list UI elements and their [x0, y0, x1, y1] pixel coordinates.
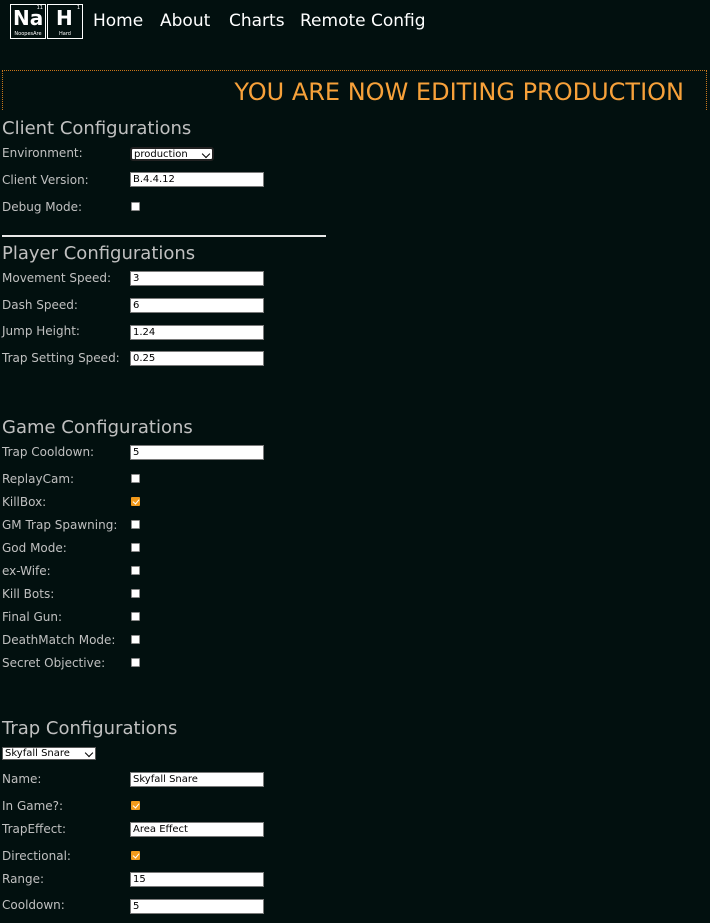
in-game-checkbox[interactable]	[131, 801, 140, 810]
ex-wife-label: ex-Wife:	[2, 564, 51, 578]
section-divider	[2, 235, 326, 237]
deathmatch-mode-checkbox[interactable]	[131, 635, 140, 644]
range-label: Range:	[2, 872, 45, 886]
debug-mode-checkbox[interactable]	[131, 202, 140, 211]
dash-speed-input[interactable]: 6	[130, 298, 264, 313]
production-warning-banner: YOU ARE NOW EDITING PRODUCTION	[2, 70, 707, 110]
banner-text: YOU ARE NOW EDITING PRODUCTION	[234, 78, 684, 106]
movement-speed-label: Movement Speed:	[2, 271, 112, 285]
trap-cooldown-label-2: Cooldown:	[2, 898, 65, 912]
trap-name-input[interactable]: Skyfall Snare	[130, 772, 264, 787]
trap-setting-speed-label: Trap Setting Speed:	[2, 351, 120, 365]
kill-bots-label: Kill Bots:	[2, 587, 55, 601]
god-mode-checkbox[interactable]	[131, 543, 140, 552]
god-mode-label: God Mode:	[2, 541, 67, 555]
logo[interactable]: 11 Na NoopesAre 1 H Hard	[10, 4, 84, 39]
final-gun-label: Final Gun:	[2, 610, 63, 624]
logo-tile-na: 11 Na NoopesAre	[10, 4, 46, 39]
secret-objective-label: Secret Objective:	[2, 656, 106, 670]
trap-effect-input[interactable]: Area Effect	[130, 822, 264, 837]
trap-effect-label: TrapEffect:	[2, 822, 67, 836]
environment-select-value: production	[134, 149, 188, 160]
chevron-down-icon	[201, 149, 211, 159]
client-version-input[interactable]: B.4.4.12	[130, 172, 264, 187]
environment-label: Environment:	[2, 146, 83, 160]
directional-label: Directional:	[2, 849, 71, 863]
logo-atomic-number: 1	[76, 5, 80, 11]
jump-height-input[interactable]: 1.24	[130, 325, 264, 340]
nav-link-about[interactable]: About	[160, 11, 210, 31]
killbox-checkbox[interactable]	[131, 497, 140, 506]
in-game-label: In Game?:	[2, 799, 64, 813]
kill-bots-checkbox[interactable]	[131, 589, 140, 598]
trap-setting-speed-input[interactable]: 0.25	[130, 351, 264, 366]
logo-word: NoopesAre	[14, 31, 42, 37]
movement-speed-input[interactable]: 3	[130, 271, 264, 286]
gm-trap-spawning-label: GM Trap Spawning:	[2, 518, 118, 532]
trap-cooldown-label: Trap Cooldown:	[2, 445, 95, 459]
ex-wife-checkbox[interactable]	[131, 566, 140, 575]
logo-word: Hard	[59, 31, 71, 37]
nav-link-home[interactable]: Home	[93, 11, 143, 31]
player-config-title: Player Configurations	[2, 243, 196, 264]
logo-symbol: H	[56, 6, 73, 30]
range-input[interactable]: 15	[130, 872, 264, 887]
secret-objective-checkbox[interactable]	[131, 658, 140, 667]
chevron-down-icon	[84, 748, 94, 758]
client-version-label: Client Version:	[2, 173, 89, 187]
trap-name-label: Name:	[2, 772, 42, 786]
trap-select-value: Skyfall Snare	[5, 748, 70, 759]
final-gun-checkbox[interactable]	[131, 612, 140, 621]
logo-symbol: Na	[13, 6, 44, 30]
trap-select[interactable]: Skyfall Snare	[2, 747, 96, 760]
dash-speed-label: Dash Speed:	[2, 298, 78, 312]
nav-link-charts[interactable]: Charts	[229, 11, 285, 31]
directional-checkbox[interactable]	[131, 851, 140, 860]
killbox-label: KillBox:	[2, 495, 47, 509]
nav-link-remote-config[interactable]: Remote Config	[300, 11, 426, 31]
environment-select[interactable]: production	[130, 147, 214, 161]
game-config-title: Game Configurations	[2, 417, 193, 438]
client-config-title: Client Configurations	[2, 118, 192, 139]
jump-height-label: Jump Height:	[2, 324, 80, 338]
trap-cooldown-input-2[interactable]: 5	[130, 899, 264, 914]
gm-trap-spawning-checkbox[interactable]	[131, 520, 140, 529]
deathmatch-mode-label: DeathMatch Mode:	[2, 633, 116, 647]
trap-cooldown-input[interactable]: 5	[130, 445, 264, 460]
top-navbar: 11 Na NoopesAre 1 H Hard Home About Char…	[0, 0, 710, 46]
debug-mode-label: Debug Mode:	[2, 200, 83, 214]
logo-tile-h: 1 H Hard	[47, 4, 83, 39]
replaycam-label: ReplayCam:	[2, 472, 75, 486]
trap-config-title: Trap Configurations	[2, 718, 178, 739]
replaycam-checkbox[interactable]	[131, 474, 140, 483]
